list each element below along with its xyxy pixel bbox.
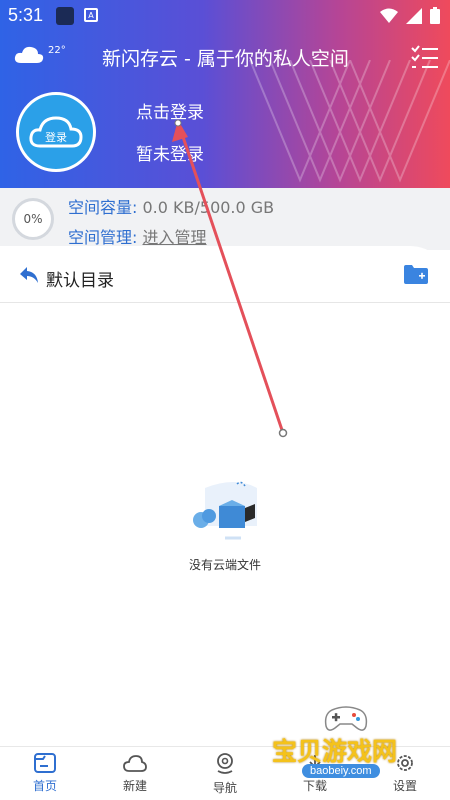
divider bbox=[0, 302, 450, 303]
nav-item-new[interactable]: 新建 bbox=[90, 747, 180, 800]
new-folder-icon[interactable] bbox=[404, 264, 428, 284]
decorative-pattern bbox=[249, 60, 450, 183]
capacity-label: 空间容量: bbox=[68, 198, 138, 217]
site-watermark: 宝贝游戏网 baobeiy.com bbox=[272, 704, 422, 784]
notification-a-icon: A bbox=[84, 8, 98, 22]
signal-icon bbox=[406, 7, 422, 24]
notification-app-icon bbox=[56, 7, 74, 25]
location-pin-icon bbox=[217, 753, 233, 774]
nav-label-new: 新建 bbox=[122, 779, 147, 793]
storage-manage-row: 空间管理: 进入管理 bbox=[68, 224, 207, 248]
menu-list-icon[interactable] bbox=[410, 44, 440, 72]
status-bar: 5:31 A bbox=[0, 0, 450, 32]
manage-link[interactable]: 进入管理 bbox=[143, 228, 207, 247]
weather-widget[interactable]: 22° bbox=[14, 44, 66, 64]
nav-item-home[interactable]: 首页 bbox=[0, 747, 90, 800]
avatar-label: 登录 bbox=[45, 130, 67, 144]
capacity-value: 0.0 KB/500.0 GB bbox=[142, 198, 275, 217]
storage-capacity-row: 空间容量: 0.0 KB/500.0 GB bbox=[68, 194, 274, 218]
manage-label: 空间管理: bbox=[68, 228, 138, 247]
storage-percent: 0% bbox=[23, 212, 43, 226]
back-arrow-icon[interactable] bbox=[18, 264, 40, 286]
watermark-text: 宝贝游戏网 bbox=[272, 737, 398, 766]
directory-title: 默认目录 bbox=[46, 271, 114, 291]
cloud-icon bbox=[123, 755, 147, 772]
cloud-weather-icon bbox=[14, 46, 44, 63]
gamepad-icon bbox=[324, 706, 368, 731]
user-avatar[interactable]: 登录 bbox=[16, 92, 96, 172]
weather-temperature: 22° bbox=[48, 44, 66, 56]
watermark-url: baobeiy.com bbox=[302, 764, 380, 778]
wifi-icon bbox=[380, 8, 398, 23]
empty-box-illustration bbox=[193, 481, 257, 540]
app-title: 新闪存云 - 属于你的私人空间 bbox=[102, 48, 349, 70]
nav-label-navigate: 导航 bbox=[212, 781, 237, 795]
empty-state-message: 没有云端文件 bbox=[188, 558, 261, 572]
cloud-login-icon: 登录 bbox=[29, 116, 83, 148]
nav-item-navigate[interactable]: 导航 bbox=[180, 747, 270, 800]
nav-label-home: 首页 bbox=[32, 779, 57, 793]
status-indicators bbox=[380, 7, 440, 24]
login-link[interactable]: 点击登录 bbox=[136, 98, 204, 123]
login-status: 暂未登录 bbox=[136, 145, 204, 165]
battery-icon bbox=[430, 7, 440, 24]
home-icon bbox=[34, 753, 56, 773]
storage-usage-ring: 0% bbox=[12, 198, 54, 240]
status-time: 5:31 bbox=[8, 5, 44, 25]
directory-bar: 默认目录 bbox=[0, 258, 450, 298]
